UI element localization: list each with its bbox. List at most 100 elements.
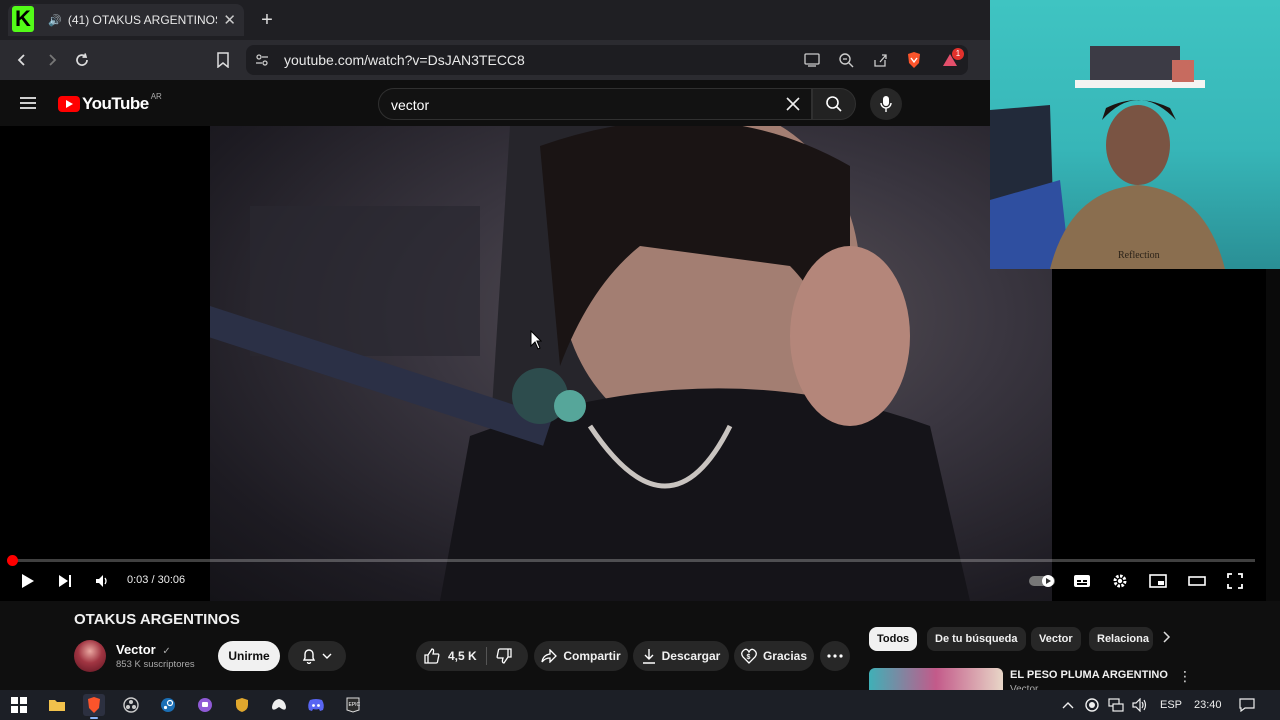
channel-avatar[interactable] [74,640,106,672]
youtube-country-code: AR [150,91,162,101]
reload-button[interactable] [70,48,94,72]
back-button[interactable] [10,48,34,72]
time-display: 0:03 / 30:06 [127,574,186,586]
voice-search-button[interactable] [870,88,902,120]
chevron-down-icon [322,653,332,659]
forward-button[interactable] [40,48,64,72]
webcam-background [1052,269,1266,601]
windows-start-icon[interactable] [8,694,30,716]
subtitles-icon [1074,575,1090,587]
play-icon [22,574,34,588]
video-player[interactable] [0,126,1052,601]
thumbs-up-icon [424,648,440,664]
search-input[interactable] [391,95,771,115]
menu-icon[interactable] [18,94,38,112]
webcam-overlay: Reflection [990,0,1280,269]
channel-name[interactable]: Vector ✓ [116,642,171,657]
clear-search-icon[interactable] [785,96,803,114]
dislike-button[interactable] [496,648,512,667]
zoom-icon[interactable] [836,50,856,70]
join-button[interactable]: Unirme [218,641,280,671]
recommendation-thumbnail[interactable] [869,668,1003,690]
share-icon [541,649,558,663]
chip-all[interactable]: Todos [869,627,918,651]
share-page-icon[interactable] [870,50,890,70]
progress-bar[interactable] [7,555,1255,566]
notifications-tray-icon[interactable] [1236,694,1258,716]
subtitles-button[interactable] [1071,570,1093,592]
notifications-button[interactable] [288,641,346,671]
brave-shield-icon[interactable] [904,50,924,70]
steam-icon[interactable] [157,694,179,716]
volume-icon [96,575,107,587]
epic-games-icon[interactable]: EPIC [342,694,364,716]
site-settings-icon[interactable] [252,50,272,70]
chip-from-search[interactable]: De tu búsqueda [927,627,1026,651]
join-button-label: Unirme [228,649,270,663]
bookmark-button[interactable] [211,48,235,72]
settings-button[interactable] [1109,570,1131,592]
more-actions-button[interactable] [820,641,850,671]
kick-logo-icon: K [12,6,34,32]
thanks-button-label: Gracias [762,649,808,663]
chevron-left-icon [17,54,25,66]
more-horizontal-icon [827,654,843,658]
address-bar[interactable]: youtube.com/watch?v=DsJAN3TECC8 1 [246,45,968,75]
discord-icon[interactable] [305,694,327,716]
browser-tab-strip: 🔊 (41) OTAKUS ARGENTINOS - YouTube ✕ K + [0,0,990,40]
mute-button[interactable] [91,570,113,592]
microphone-icon [880,96,892,112]
tab-title: (41) OTAKUS ARGENTINOS - YouTube [67,13,218,27]
search-button[interactable] [812,88,856,120]
twitch-chat-icon[interactable] [194,694,216,716]
recommendation-title[interactable]: EL PESO PLUMA ARGENTINO [1010,669,1168,681]
keyboard-language[interactable]: ESP [1160,699,1182,711]
tab-close-icon[interactable]: ✕ [223,11,236,29]
like-divider [486,647,487,665]
cast-icon[interactable] [802,50,822,70]
autoplay-toggle[interactable] [1028,570,1056,592]
brave-rewards-icon[interactable]: 1 [940,48,964,70]
obs-icon[interactable] [120,694,142,716]
svg-text:EPIC: EPIC [349,702,361,708]
download-button[interactable]: Descargar [633,641,729,671]
record-tray-icon[interactable] [1081,694,1103,716]
volume-tray-icon[interactable] [1129,694,1151,716]
skip-next-icon [59,575,71,587]
play-button[interactable] [17,570,39,592]
video-frame[interactable] [200,126,1052,601]
svg-text:$: $ [746,654,750,661]
download-icon [642,649,655,664]
thanks-button[interactable]: $ Gracias [734,641,814,671]
youtube-play-icon [58,96,80,112]
like-button[interactable] [424,648,440,667]
subscriber-count: 853 K suscriptores [116,659,195,670]
theater-mode-button[interactable] [1186,570,1208,592]
chip-related[interactable]: Relaciona [1089,627,1153,651]
youtube-logo[interactable]: YouTube AR [58,91,162,114]
network-icon[interactable] [1105,694,1127,716]
next-button[interactable] [54,570,76,592]
new-tab-button[interactable]: + [256,8,278,32]
share-button-label: Compartir [563,649,621,663]
tray-expand-icon[interactable] [1057,694,1079,716]
system-clock[interactable]: 23:40 [1194,699,1222,711]
recommendation-menu-icon[interactable]: ⋮ [1178,668,1192,685]
browser-tab[interactable]: 🔊 (41) OTAKUS ARGENTINOS - YouTube ✕ [8,4,244,36]
verified-icon: ✓ [162,646,171,657]
youtube-logo-text: YouTube [82,94,149,113]
chevron-right-icon [1163,631,1171,643]
shirt-text: Reflection [1118,250,1160,261]
shield-app-icon[interactable] [231,694,253,716]
miniplayer-button[interactable] [1147,570,1169,592]
tab-audio-icon[interactable]: 🔊 [48,14,62,27]
video-title: OTAKUS ARGENTINOS [74,611,240,628]
gear-icon [1113,574,1127,588]
chips-next-button[interactable] [1162,630,1182,648]
game-controller-icon[interactable] [268,694,290,716]
share-button[interactable]: Compartir [534,641,628,671]
chip-vector[interactable]: Vector [1031,627,1081,651]
brave-browser-icon[interactable] [83,694,105,719]
fullscreen-button[interactable] [1224,570,1246,592]
file-explorer-icon[interactable] [46,694,68,716]
